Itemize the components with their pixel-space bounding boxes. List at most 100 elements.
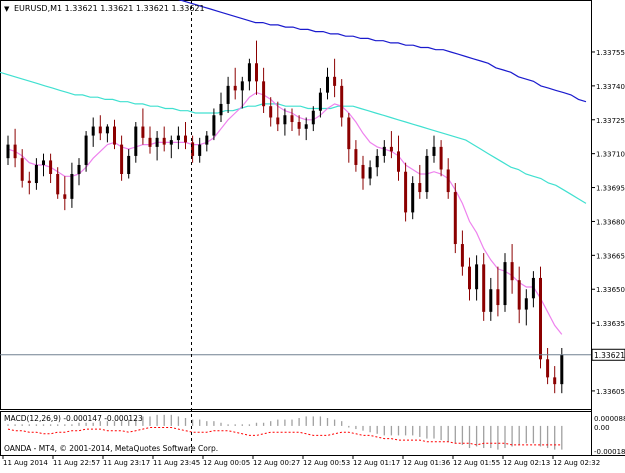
candle-body[interactable] [340,85,344,118]
price-tick-label: 1.33710 [596,151,625,159]
candle-body[interactable] [84,135,88,165]
time-tick-label: 11 Aug 23:17 [103,459,150,467]
candle-body[interactable] [333,76,337,86]
macd-axis-top: 0.000088 [594,415,625,423]
candle-body[interactable] [524,298,528,310]
price-tick-label: 1.33725 [596,117,625,125]
candle-body[interactable] [318,92,322,111]
candle-body[interactable] [439,146,443,170]
candle-body[interactable] [361,164,365,179]
candle-body[interactable] [510,262,514,281]
candle-body[interactable] [20,158,24,181]
candle-body[interactable] [176,135,180,141]
candle-body[interactable] [134,126,138,156]
candle-body[interactable] [98,126,102,134]
chart-window[interactable]: 1.33755 1.33740 1.33725 1.33710 1.33695 1.336… [0,0,625,469]
watermark: OANDA - MT4, © 2001-2014, MetaQuotes Sof… [4,444,218,453]
candle-body[interactable] [276,117,280,125]
candle-body[interactable] [63,194,67,199]
candle-body[interactable] [460,244,464,267]
candle-body[interactable] [368,167,372,179]
time-tick-label: 12 Aug 01:36 [403,459,451,467]
current-price-tag: 1.33621 [591,348,625,361]
candle-body[interactable] [311,110,315,125]
candle-body[interactable] [269,106,273,118]
candle-body[interactable] [446,169,450,193]
candle-body[interactable] [56,173,60,195]
candle-body[interactable] [70,173,74,199]
main-plot-frame [0,0,592,410]
candle-body[interactable] [240,81,244,91]
candle-body[interactable] [226,85,230,104]
candle-body[interactable] [262,81,266,107]
candle-body[interactable] [212,115,216,136]
time-tick-label: 11 Aug 2014 [3,459,48,467]
candle-body[interactable] [113,126,116,145]
candle-body[interactable] [304,124,308,129]
candle-body[interactable] [326,76,329,93]
candle-body[interactable] [553,377,557,385]
candle-body[interactable] [290,115,294,123]
candle-body[interactable] [155,137,159,147]
time-tick-label: 12 Aug 02:13 [503,459,550,467]
candle-body[interactable] [382,146,386,156]
candle-body[interactable] [127,155,131,174]
candle-body[interactable] [468,266,471,290]
candle-body[interactable] [233,85,237,91]
time-tick-label: 11 Aug 23:45 [153,459,200,467]
candle-body[interactable] [503,262,507,306]
time-tick-label: 12 Aug 01:17 [353,459,400,467]
candle-body[interactable] [546,359,550,378]
candle-body[interactable] [77,164,81,174]
candle-body[interactable] [247,63,251,82]
time-tick-label: 12 Aug 02:32 [553,459,600,467]
candle-body[interactable] [283,115,287,125]
candle-body[interactable] [517,280,521,310]
candle-body[interactable] [404,171,408,213]
candle-body[interactable] [389,146,393,152]
candle-body[interactable] [297,122,301,129]
price-axis: 1.33755 1.33740 1.33725 1.33710 1.33695 1.336… [591,49,625,396]
candle-body[interactable] [148,137,152,147]
candle-body[interactable] [489,289,493,312]
candle-body[interactable] [219,103,223,116]
candle-body[interactable] [475,264,479,290]
candle-body[interactable] [27,180,31,184]
candle-body[interactable] [34,164,38,184]
time-tick-label: 12 Aug 01:55 [453,459,500,467]
candle-body[interactable] [141,126,145,138]
candle-body[interactable] [6,144,10,159]
candle-body[interactable] [205,135,209,145]
candle-body[interactable] [255,63,258,82]
candle-body[interactable] [91,126,95,136]
candle-body[interactable] [105,126,109,134]
candle-body[interactable] [539,277,542,360]
candle-body[interactable] [169,140,173,145]
candle-body[interactable] [375,155,379,168]
candle-body[interactable] [347,117,351,150]
candle-body[interactable] [13,144,17,159]
candle-body[interactable] [418,183,422,193]
candle-body[interactable] [496,289,500,306]
candle-body[interactable] [42,160,45,165]
candle-body[interactable] [120,144,124,174]
candle-body[interactable] [560,354,564,385]
dropdown-arrow-icon[interactable]: ▼ [4,5,10,13]
candle-body[interactable] [397,151,400,172]
candle-body[interactable] [425,155,429,193]
candle-body[interactable] [453,192,457,245]
candle-body[interactable] [49,160,53,174]
candle-body[interactable] [411,183,415,213]
candle-body[interactable] [162,137,166,145]
candle-body[interactable] [354,149,358,165]
time-tick-label: 12 Aug 00:05 [203,459,250,467]
price-tick-label: 1.33650 [596,286,625,294]
price-tick-label: 1.33635 [596,320,625,328]
candle-body[interactable] [531,277,535,299]
candle-body[interactable] [482,264,486,312]
candle-body[interactable] [432,146,436,156]
time-axis: 11 Aug 2014 11 Aug 22:57 11 Aug 23:17 11 Au… [2,455,600,467]
candle-body[interactable] [184,135,187,143]
macd-label: MACD(12,26,9) -0.000147 -0.000123 [4,414,143,423]
candle-body[interactable] [198,144,202,156]
